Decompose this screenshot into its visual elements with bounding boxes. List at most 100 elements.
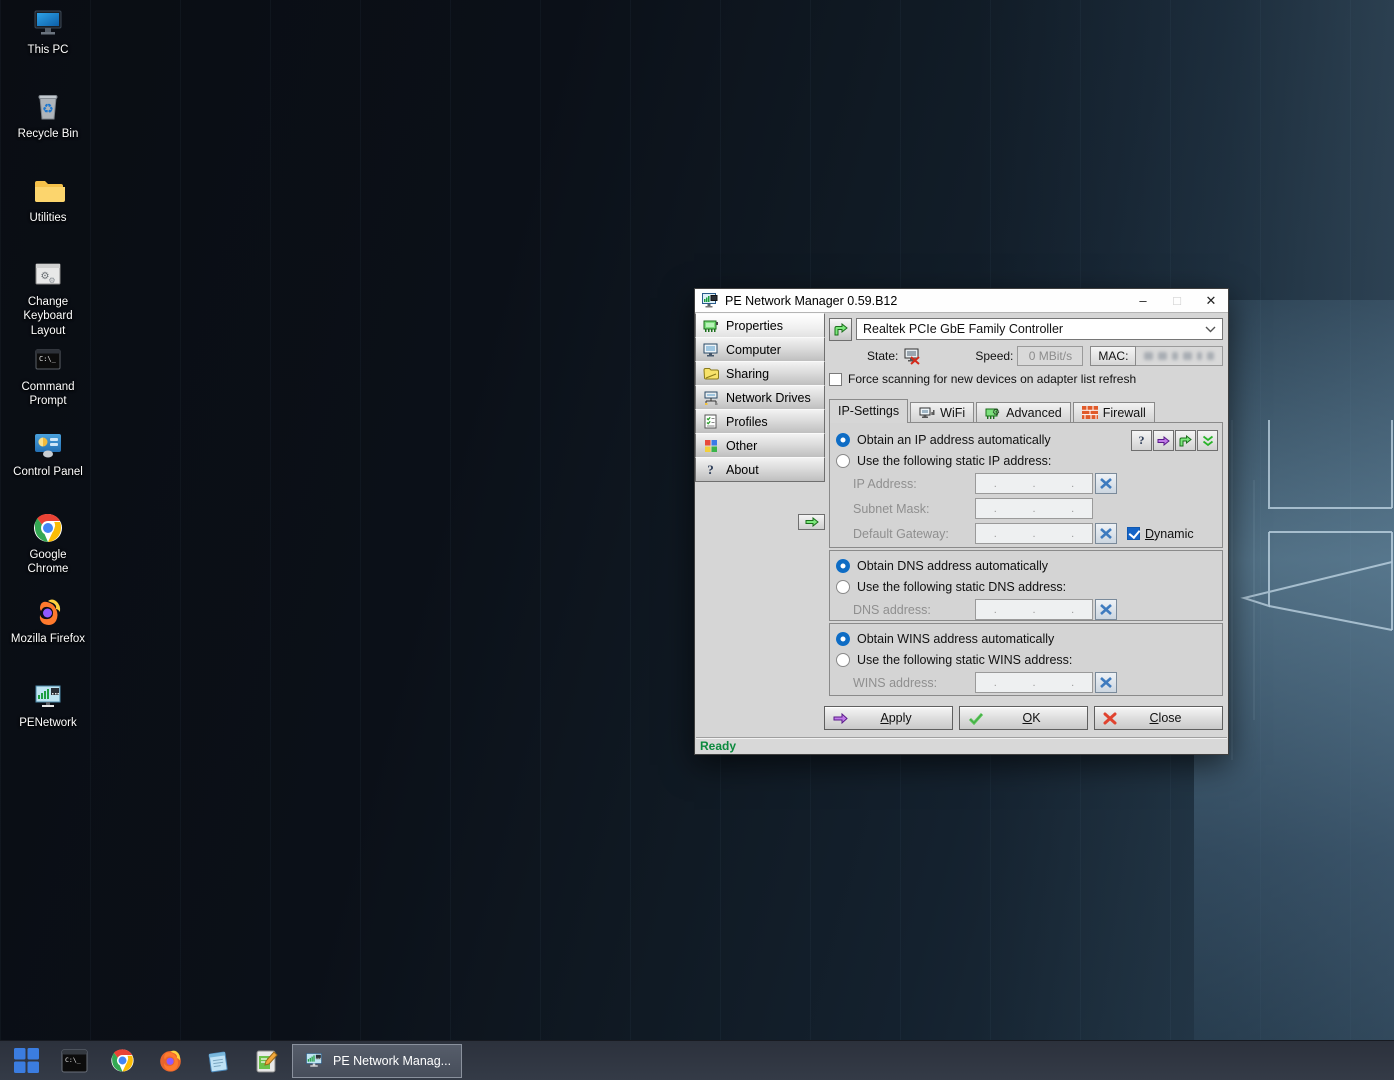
clear-dns-button[interactable] (1095, 599, 1117, 620)
obtain-dns-row[interactable]: Obtain DNS address automatically (836, 555, 1218, 576)
obtain-wins-radio[interactable] (836, 632, 850, 646)
refresh-ip-button[interactable] (1175, 430, 1196, 451)
obtain-ip-radio[interactable] (836, 433, 850, 447)
apply-button-label: Apply (848, 711, 944, 725)
maximize-button[interactable]: □ (1160, 289, 1194, 312)
desktop-icon-change-keyboard-layout[interactable]: ⚙⚙ Change Keyboard Layout (8, 258, 88, 338)
desktop-icon-google-chrome[interactable]: Google Chrome (8, 511, 88, 577)
about-question-icon: ? (702, 461, 719, 478)
obtain-ip-label: Obtain an IP address automatically (857, 433, 1051, 447)
static-ip-row[interactable]: Use the following static IP address: (836, 450, 1218, 471)
wins-address-row: WINS address: (836, 670, 1218, 695)
close-window-button[interactable]: ✕ (1194, 289, 1228, 312)
control-panel-icon (31, 428, 65, 462)
blue-x-icon (1100, 677, 1112, 688)
windows-logo-wireframe (1224, 420, 1394, 760)
adapter-select[interactable]: Realtek PCIe GbE Family Controller (856, 318, 1223, 340)
static-dns-radio[interactable] (836, 580, 850, 594)
wins-address-input[interactable] (975, 672, 1093, 693)
apply-ip-button[interactable] (1153, 430, 1174, 451)
obtain-wins-row[interactable]: Obtain WINS address automatically (836, 628, 1218, 649)
main-panel: Realtek PCIe GbE Family Controller State… (829, 313, 1223, 740)
tab-wifi[interactable]: WiFi (910, 402, 974, 423)
tab-label: Firewall (1103, 406, 1146, 420)
static-wins-radio[interactable] (836, 653, 850, 667)
adapter-row: Realtek PCIe GbE Family Controller (829, 318, 1223, 341)
obtain-dns-radio[interactable] (836, 559, 850, 573)
window-controls: – □ ✕ (1126, 289, 1228, 312)
taskbar-notepad[interactable] (194, 1041, 242, 1080)
apply-button[interactable]: Apply (824, 706, 953, 730)
desktop-icon-label: Utilities (29, 211, 66, 225)
help-button[interactable]: ? (1131, 430, 1152, 451)
wins-group: Obtain WINS address automatically Use th… (829, 623, 1223, 696)
advanced-gear-icon: ⚙ (985, 406, 1001, 420)
status-bar: Ready (696, 737, 1227, 753)
sidebar-item-label: Network Drives (726, 391, 811, 405)
dynamic-checkbox[interactable] (1127, 527, 1140, 540)
clear-wins-button[interactable] (1095, 672, 1117, 693)
static-wins-row[interactable]: Use the following static WINS address: (836, 649, 1218, 670)
minimize-button[interactable]: – (1126, 289, 1160, 312)
sidebar-item-other[interactable]: Other (695, 433, 825, 458)
dns-address-row: DNS address: (836, 597, 1218, 622)
tab-advanced[interactable]: ⚙ Advanced (976, 402, 1071, 423)
svg-text:♻: ♻ (42, 101, 54, 116)
desktop-icon-recycle-bin[interactable]: ♻ Recycle Bin (8, 90, 88, 141)
force-scan-row[interactable]: Force scanning for new devices on adapte… (829, 372, 1223, 386)
sidebar-item-properties[interactable]: Properties (695, 313, 825, 338)
static-wins-label: Use the following static WINS address: (857, 653, 1072, 667)
clear-ip-button[interactable] (1095, 473, 1117, 494)
taskbar-task-pe-network-manager[interactable]: PE Network Manag... (292, 1044, 462, 1078)
ok-check-icon (968, 712, 984, 725)
tab-firewall[interactable]: Firewall (1073, 402, 1155, 423)
default-gateway-input[interactable] (975, 523, 1093, 544)
notepad-plus-plus-icon (253, 1048, 279, 1074)
obtain-dns-label: Obtain DNS address automatically (857, 559, 1048, 573)
green-arrow-right-icon (805, 517, 819, 527)
taskbar-notepad-plus-plus[interactable] (242, 1041, 290, 1080)
desktop-icon-utilities[interactable]: Utilities (8, 174, 88, 225)
sidebar: Properties Computer Sharing Network Driv… (695, 314, 825, 482)
sidebar-item-sharing[interactable]: Sharing (695, 361, 825, 386)
ok-button[interactable]: OK (959, 706, 1088, 730)
dynamic-gateway-toggle[interactable]: Dynamic (1127, 527, 1194, 541)
sidebar-collapse-button[interactable] (798, 514, 825, 530)
taskbar-chrome[interactable] (98, 1041, 146, 1080)
ip-address-input[interactable] (975, 473, 1093, 494)
blue-x-icon (1100, 528, 1112, 539)
static-ip-radio[interactable] (836, 454, 850, 468)
expand-double-chevron-button[interactable] (1197, 430, 1218, 451)
desktop-icon-this-pc[interactable]: This PC (8, 6, 88, 57)
desktop-icon-command-prompt[interactable]: C:\_ Command Prompt (8, 343, 88, 409)
start-button[interactable] (2, 1041, 50, 1080)
dialog-button-row: Apply OK Close (824, 706, 1223, 730)
window-titlebar[interactable]: PE Network Manager 0.59.B12 – □ ✕ (695, 289, 1228, 313)
wins-address-label: WINS address: (853, 676, 975, 690)
force-scan-label: Force scanning for new devices on adapte… (848, 372, 1136, 386)
sidebar-item-about[interactable]: ? About (695, 457, 825, 482)
desktop-icon-control-panel[interactable]: Control Panel (8, 428, 88, 479)
refresh-adapters-button[interactable] (829, 318, 852, 341)
close-button[interactable]: Close (1094, 706, 1223, 730)
desktop-icon-mozilla-firefox[interactable]: Mozilla Firefox (8, 595, 88, 646)
speed-label: Speed: (975, 349, 1013, 363)
taskbar-firefox[interactable] (146, 1041, 194, 1080)
taskbar-command-prompt[interactable]: C:\_ (50, 1041, 98, 1080)
static-dns-row[interactable]: Use the following static DNS address: (836, 576, 1218, 597)
clear-gateway-button[interactable] (1095, 523, 1117, 544)
sidebar-item-profiles[interactable]: Profiles (695, 409, 825, 434)
subnet-mask-input[interactable] (975, 498, 1093, 519)
force-scan-checkbox[interactable] (829, 373, 842, 386)
sidebar-item-label: About (726, 463, 759, 477)
sidebar-item-network-drives[interactable]: Network Drives (695, 385, 825, 410)
desktop-icon-label: Command Prompt (8, 380, 88, 409)
desktop-icon-penetwork[interactable]: PENetwork (8, 679, 88, 730)
sidebar-item-computer[interactable]: Computer (695, 337, 825, 362)
svg-text:C:\_: C:\_ (39, 355, 57, 363)
dns-address-input[interactable] (975, 599, 1093, 620)
desktop-icon-label: PENetwork (19, 716, 77, 730)
tab-ip-settings[interactable]: IP-Settings (829, 399, 908, 423)
taskbar: C:\_ PE Network Manag... (0, 1040, 1394, 1080)
close-x-icon (1103, 712, 1117, 725)
